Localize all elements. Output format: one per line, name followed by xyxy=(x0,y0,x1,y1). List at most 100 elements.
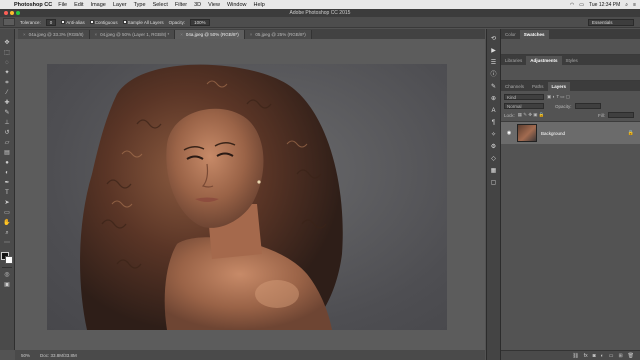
close-icon[interactable]: × xyxy=(23,32,26,37)
menu-image[interactable]: Image xyxy=(91,2,106,8)
tab-doc-2[interactable]: × 04.jpeg @ 50% (Layer 1, RGB/8) * xyxy=(89,30,176,39)
menu-help[interactable]: Help xyxy=(254,2,265,8)
tab-color[interactable]: Color xyxy=(501,30,520,39)
list-icon[interactable]: ≡ xyxy=(633,2,636,8)
pen-tool-icon[interactable]: ✒ xyxy=(2,179,12,187)
clone-stamp-icon[interactable]: ⊥ xyxy=(2,119,12,127)
history-brush-icon[interactable]: ↺ xyxy=(2,129,12,137)
character-icon[interactable]: A xyxy=(490,107,498,115)
menu-edit[interactable]: Edit xyxy=(74,2,83,8)
gradient-tool-icon[interactable]: ▤ xyxy=(2,149,12,157)
eye-icon[interactable]: ◉ xyxy=(505,130,513,136)
healing-brush-icon[interactable]: ✚ xyxy=(2,99,12,107)
link-icon[interactable]: ⛓ xyxy=(572,353,578,359)
background-color-swatch[interactable] xyxy=(5,256,13,264)
zoom-tool-icon[interactable]: ⌕ xyxy=(2,229,12,237)
actions-icon[interactable]: ▶ xyxy=(490,47,498,55)
menu-view[interactable]: View xyxy=(208,2,220,8)
move-tool-icon[interactable]: ✥ xyxy=(2,39,12,47)
brush-presets-icon[interactable]: ✎ xyxy=(490,83,498,91)
layer-background[interactable]: ◉ Background 🔒 xyxy=(501,122,640,144)
more-tools-icon[interactable]: ⋯ xyxy=(2,239,12,247)
lasso-tool-icon[interactable]: ◌ xyxy=(2,59,12,67)
properties-icon[interactable]: ☰ xyxy=(490,59,498,67)
lock-icon[interactable]: 🔒 xyxy=(628,130,634,136)
notes-icon[interactable]: ▢ xyxy=(490,179,498,187)
fill-input[interactable] xyxy=(608,112,634,118)
new-layer-icon[interactable]: ⊞ xyxy=(618,353,622,359)
document-canvas[interactable] xyxy=(47,64,447,330)
brush-tool-icon[interactable]: ✎ xyxy=(2,109,12,117)
tab-libraries[interactable]: Libraries xyxy=(501,56,526,65)
menu-select[interactable]: Select xyxy=(153,2,168,8)
workspace-select[interactable]: Essentials xyxy=(588,18,634,26)
crop-tool-icon[interactable]: ⌗ xyxy=(2,79,12,87)
tool-preset-picker[interactable] xyxy=(3,18,15,26)
menu-file[interactable]: File xyxy=(58,2,67,8)
menu-filter[interactable]: Filter xyxy=(175,2,187,8)
eraser-tool-icon[interactable]: ▱ xyxy=(2,139,12,147)
type-tool-icon[interactable]: T xyxy=(2,189,12,197)
kind-filter-select[interactable]: Kind xyxy=(504,94,544,100)
tab-doc-1[interactable]: × 04a.jpeg @ 33.3% (RGB/8) xyxy=(18,30,90,39)
eyedropper-tool-icon[interactable]: ⁄ xyxy=(2,89,12,97)
layer-thumbnail[interactable] xyxy=(517,124,537,142)
close-icon[interactable]: × xyxy=(180,32,183,37)
tool-presets-icon[interactable]: ⚙ xyxy=(490,143,498,151)
contiguous-checkbox[interactable]: Contiguous xyxy=(89,20,118,25)
close-icon[interactable]: × xyxy=(250,32,253,37)
layer-opacity-input[interactable] xyxy=(574,103,601,109)
group-icon[interactable]: ▭ xyxy=(609,353,614,359)
zoom-level[interactable]: 50% xyxy=(21,353,30,358)
tab-styles[interactable]: Styles xyxy=(562,56,582,65)
clone-source-icon[interactable]: ⊕ xyxy=(490,95,498,103)
app-menu[interactable]: Photoshop CC xyxy=(14,2,52,8)
path-selection-icon[interactable]: ➤ xyxy=(2,199,12,207)
tab-doc-4[interactable]: × 05.jpeg @ 25% (RGB/8*) xyxy=(244,30,312,39)
tab-paths[interactable]: Paths xyxy=(528,82,548,91)
color-swatches[interactable] xyxy=(1,252,13,264)
battery-icon[interactable]: ▭ xyxy=(579,2,584,8)
menu-3d[interactable]: 3D xyxy=(194,2,201,8)
blur-tool-icon[interactable]: ● xyxy=(2,159,12,167)
magic-wand-tool-icon[interactable]: ✦ xyxy=(2,69,12,77)
screen-mode-icon[interactable]: ▣ xyxy=(2,281,12,289)
tab-channels[interactable]: Channels xyxy=(501,82,528,91)
menu-layer[interactable]: Layer xyxy=(113,2,127,8)
wifi-icon[interactable]: ◠ xyxy=(570,2,574,8)
blend-mode-select[interactable]: Normal xyxy=(504,103,544,109)
search-icon[interactable]: ⌕ xyxy=(625,2,628,8)
tab-layers[interactable]: Layers xyxy=(547,82,571,91)
minimize-icon[interactable] xyxy=(10,11,14,15)
sample-all-checkbox[interactable]: Sample All Layers xyxy=(122,20,164,25)
shape-tool-icon[interactable]: ▭ xyxy=(2,209,12,217)
dodge-tool-icon[interactable]: ◐ xyxy=(2,169,12,177)
lock-icons[interactable]: ▦ ✎ ✥ ▣ 🔒 xyxy=(518,112,545,118)
tab-adjustments[interactable]: Adjustments xyxy=(526,56,562,65)
tab-swatches[interactable]: Swatches xyxy=(519,30,549,39)
history-icon[interactable]: ⟲ xyxy=(490,35,498,43)
info-icon[interactable]: ⓘ xyxy=(490,71,498,79)
close-icon[interactable]: × xyxy=(95,32,98,37)
trash-icon[interactable]: 🗑 xyxy=(628,353,634,359)
quick-mask-icon[interactable]: ◎ xyxy=(2,271,12,279)
clock[interactable]: Tue 12:34 PM xyxy=(589,2,620,8)
doc-size[interactable]: Doc: 33.8M/33.8M xyxy=(40,353,77,358)
menu-type[interactable]: Type xyxy=(134,2,146,8)
tab-doc-3[interactable]: × 04a.jpeg @ 50% (RGB/8*) xyxy=(175,30,245,39)
adjustment-layer-icon[interactable]: ◐ xyxy=(601,353,604,359)
glyphs-icon[interactable]: ✧ xyxy=(490,131,498,139)
mask-icon[interactable]: ◙ xyxy=(593,353,596,359)
close-icon[interactable] xyxy=(4,11,8,15)
timeline-icon[interactable]: ▦ xyxy=(490,167,498,175)
fx-icon[interactable]: fx xyxy=(584,353,588,359)
tolerance-input[interactable]: 0 xyxy=(45,18,57,26)
maximize-icon[interactable] xyxy=(16,11,20,15)
navigator-icon[interactable]: ◇ xyxy=(490,155,498,163)
layer-name[interactable]: Background xyxy=(541,131,565,136)
paragraph-icon[interactable]: ¶ xyxy=(490,119,498,127)
filter-icons[interactable]: ▣ ◐ T ▭ ▢ xyxy=(547,94,570,100)
menu-window[interactable]: Window xyxy=(227,2,247,8)
opacity-input[interactable]: 100% xyxy=(190,18,210,26)
marquee-tool-icon[interactable]: ⬚ xyxy=(2,49,12,57)
